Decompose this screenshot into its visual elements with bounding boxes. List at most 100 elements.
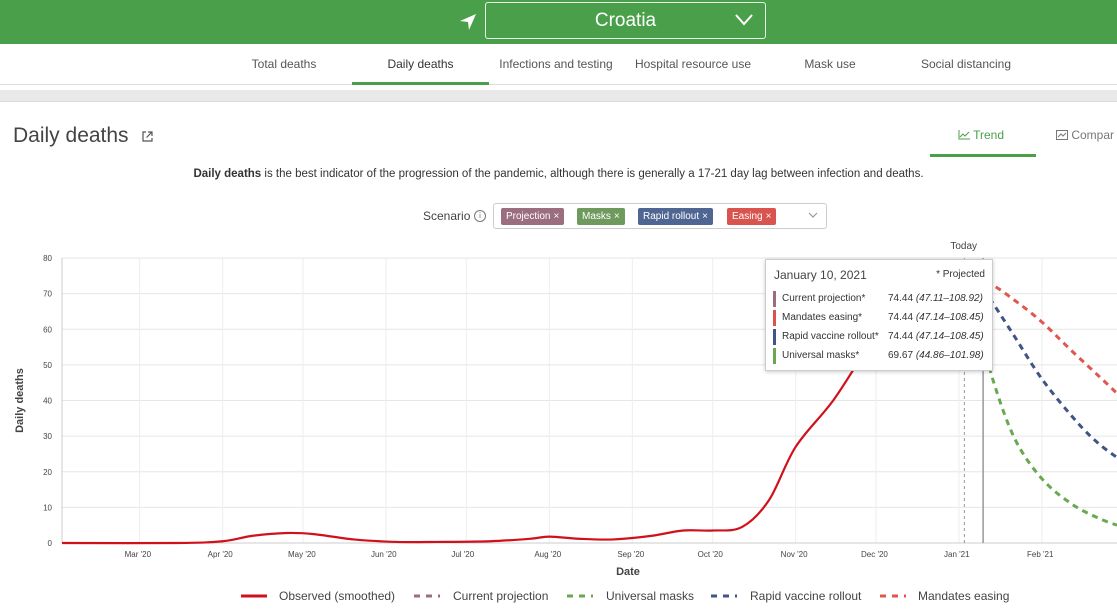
x-axis-title: Date: [616, 566, 640, 578]
value: 74.44: [888, 293, 914, 304]
tooltip-row-universal-masks: Universal masks* 69.67 (44.86–101.98): [773, 348, 987, 364]
view-tab-trend[interactable]: Trend: [958, 128, 1004, 142]
y-tick-label: 10: [43, 503, 52, 512]
tooltip-row-value: 74.44 (47.14–108.45): [888, 329, 984, 345]
x-tick-label: Jan '21: [944, 550, 970, 559]
y-tick-label: 70: [43, 290, 52, 299]
y-tick-label: 80: [43, 254, 52, 263]
legend-label: Mandates easing: [918, 589, 1010, 603]
tooltip-projected-note: * Projected: [936, 269, 985, 280]
y-tick-label: 0: [48, 539, 53, 548]
chart-description: Daily deaths is the best indicator of th…: [0, 168, 1117, 180]
y-tick-label: 40: [43, 397, 52, 406]
x-tick-label: Jul '20: [451, 550, 474, 559]
top-bar: Croatia: [0, 0, 1117, 44]
legend-swatch: [414, 594, 440, 598]
remove-icon[interactable]: ×: [766, 211, 772, 222]
tooltip-row-current-projection: Current projection* 74.44 (47.11–108.92): [773, 291, 987, 307]
tooltip-row-rapid-vaccine-rollout: Rapid vaccine rollout* 74.44 (47.14–108.…: [773, 329, 987, 345]
chip-label: Rapid rollout: [643, 211, 700, 222]
tooltip-row-name: Universal masks*: [782, 350, 860, 361]
y-tick-label: 50: [43, 361, 52, 370]
scenario-chip-projection[interactable]: Projection ×: [501, 208, 565, 225]
description-bold: Daily deaths: [193, 168, 262, 180]
view-tab-trend-label: Trend: [973, 128, 1005, 142]
today-label: Today: [950, 241, 977, 252]
info-icon[interactable]: i: [474, 210, 486, 222]
chart-tooltip: January 10, 2021 * Projected Current pro…: [765, 259, 993, 371]
chip-label: Projection: [506, 211, 551, 222]
scenario-chip-rapid-rollout[interactable]: Rapid rollout ×: [638, 208, 713, 225]
remove-icon[interactable]: ×: [702, 211, 708, 222]
tab-social-distancing[interactable]: Social distancing: [905, 44, 1027, 85]
x-tick-label: Apr '20: [208, 550, 234, 559]
range: (47.14–108.45): [915, 312, 984, 323]
tab-total-deaths[interactable]: Total deaths: [236, 44, 332, 85]
legend-label: Rapid vaccine rollout: [750, 589, 862, 603]
legend-label: Current projection: [453, 589, 549, 603]
tooltip-row-name: Rapid vaccine rollout*: [782, 331, 879, 342]
chevron-down-icon: [735, 14, 753, 26]
x-tick-label: Sep '20: [617, 550, 644, 559]
chip-label: Easing: [732, 211, 763, 222]
scenario-chip-masks[interactable]: Masks ×: [577, 208, 625, 225]
x-tick-label: Mar '20: [125, 550, 152, 559]
tooltip-row-mandates-easing: Mandates easing* 74.44 (47.14–108.45): [773, 310, 987, 326]
x-tick-label: May '20: [288, 550, 316, 559]
value: 74.44: [888, 331, 914, 342]
range: (44.86–101.98): [915, 350, 984, 361]
country-select[interactable]: Croatia: [485, 2, 766, 39]
range: (47.14–108.45): [915, 331, 984, 342]
tab-hospital-resource-use[interactable]: Hospital resource use: [626, 44, 760, 85]
x-tick-label: Aug '20: [534, 550, 561, 559]
trend-tab-indicator: [930, 154, 1036, 157]
x-tick-label: Oct '20: [698, 550, 724, 559]
tab-mask-use[interactable]: Mask use: [790, 44, 870, 85]
x-tick-label: Dec '20: [861, 550, 888, 559]
legend-label: Observed (smoothed): [279, 589, 396, 603]
description-text: is the best indicator of the progression…: [261, 168, 924, 180]
y-tick-label: 60: [43, 325, 52, 334]
x-tick-label: Nov '20: [781, 550, 808, 559]
chip-label: Masks: [582, 211, 611, 222]
legend-swatch: [880, 594, 906, 598]
line-chart-icon: [958, 130, 970, 140]
range: (47.11–108.92): [915, 293, 983, 304]
metric-tabs: Total deaths Daily deaths Infections and…: [0, 44, 1117, 85]
x-tick-label: Feb '21: [1027, 550, 1054, 559]
tooltip-row-value: 74.44 (47.14–108.45): [888, 310, 984, 326]
tooltip-row-value: 69.67 (44.86–101.98): [888, 348, 984, 364]
tab-daily-deaths[interactable]: Daily deaths: [352, 44, 489, 85]
scenario-chip-easing[interactable]: Easing ×: [727, 208, 777, 225]
legend-swatch: [567, 594, 593, 598]
y-tick-label: 20: [43, 468, 52, 477]
tooltip-row-name: Mandates easing*: [782, 312, 863, 323]
chevron-down-icon[interactable]: [808, 212, 818, 219]
external-link-icon[interactable]: [142, 131, 153, 142]
chart-legend: Observed (smoothed) Current projection U…: [0, 586, 1117, 606]
country-label: Croatia: [594, 10, 657, 31]
tab-infections-testing[interactable]: Infections and testing: [492, 44, 620, 85]
compare-chart-icon: [1056, 130, 1068, 140]
section-divider: [0, 90, 1117, 101]
remove-icon[interactable]: ×: [553, 211, 559, 222]
tooltip-date: January 10, 2021: [774, 268, 867, 282]
scenario-multiselect[interactable]: Projection × Masks × Rapid rollout × Easing…: [493, 203, 827, 229]
legend-swatch: [241, 594, 267, 598]
tooltip-row-value: 74.44 (47.11–108.92): [888, 291, 983, 307]
view-tab-compare-label: Compar: [1071, 128, 1115, 142]
card-edge: [0, 101, 1117, 102]
value: 74.44: [888, 312, 914, 323]
value: 69.67: [888, 350, 914, 361]
scenario-label: Scenario: [423, 209, 471, 223]
tooltip-row-name: Current projection*: [782, 293, 866, 304]
y-tick-label: 30: [43, 432, 52, 441]
legend-swatch: [711, 594, 737, 598]
location-arrow-icon[interactable]: [457, 11, 479, 33]
remove-icon[interactable]: ×: [614, 211, 620, 222]
x-tick-label: Jun '20: [371, 550, 397, 559]
view-tab-compare[interactable]: Compar: [1056, 128, 1114, 142]
y-axis-title: Daily deaths: [14, 368, 26, 433]
legend-label: Universal masks: [606, 589, 695, 603]
page-title: Daily deaths: [13, 124, 129, 147]
